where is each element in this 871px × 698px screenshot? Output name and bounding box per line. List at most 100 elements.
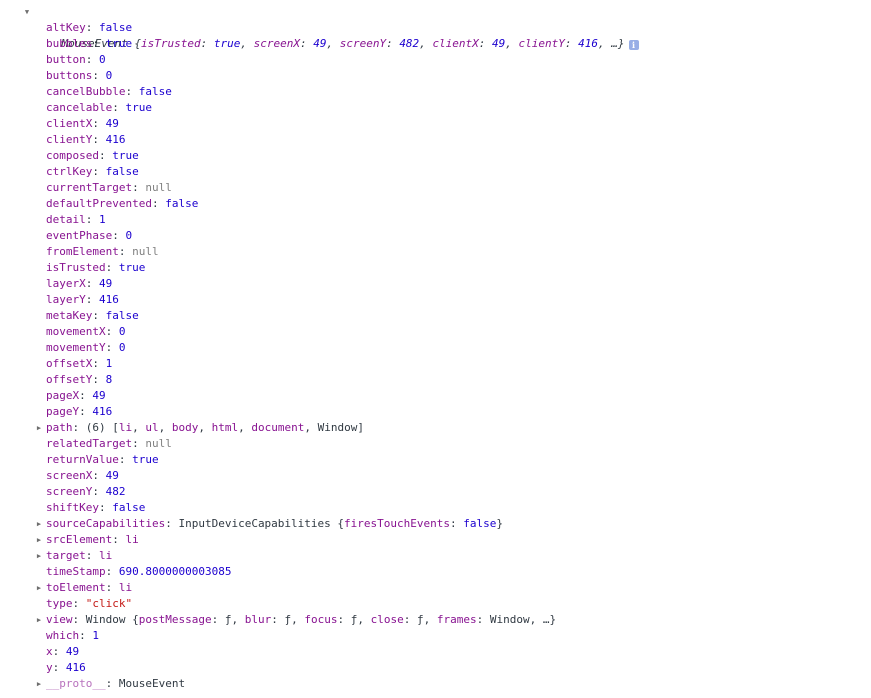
triangle-expanded-icon[interactable]: ▼ <box>22 4 32 20</box>
property-row-eventphase: eventPhase: 0 <box>46 229 133 242</box>
property-value: false <box>112 501 146 514</box>
property-value-token: focus <box>304 613 338 626</box>
property-value: true <box>118 261 146 274</box>
property-value-token: false <box>463 517 497 530</box>
property-value-token: html <box>211 421 239 434</box>
property-row-offsety: offsetY: 8 <box>46 373 113 386</box>
property-row-y: y: 416 <box>46 661 86 674</box>
property-row-returnvalue: returnValue: true <box>46 453 159 466</box>
property-value-token: , <box>238 421 252 434</box>
property-key: screenY <box>46 485 93 498</box>
property-key: eventPhase <box>46 229 113 242</box>
property-value-token: , <box>198 421 212 434</box>
triangle-collapsed-icon[interactable]: ▶ <box>34 532 44 548</box>
console-output: ▼ MouseEvent {isTrusted: true, screenX: … <box>0 4 871 692</box>
property-value: 49 <box>99 277 113 290</box>
property-key: target <box>46 549 86 562</box>
mouse-event-header[interactable]: ▼ MouseEvent {isTrusted: true, screenX: … <box>0 4 871 50</box>
property-value-token: : <box>211 613 225 626</box>
property-row-altkey: altKey: false <box>46 21 133 34</box>
property-row-defaultprevented: defaultPrevented: false <box>46 197 199 210</box>
property-value: 49 <box>105 469 119 482</box>
property-row-sourcecapabilities[interactable]: ▶ sourceCapabilities: InputDeviceCapabili… <box>0 516 871 532</box>
property-value: null <box>145 437 172 450</box>
property-value: 416 <box>99 293 119 306</box>
property-value: "click" <box>85 597 133 610</box>
property-key: pageY <box>46 405 80 418</box>
property-value: 0 <box>118 341 126 354</box>
property-key: button <box>46 53 86 66</box>
property-key: path <box>46 421 73 434</box>
property-row-relatedtarget: relatedTarget: null <box>46 437 172 450</box>
property-value-token: MouseEvent <box>118 677 186 690</box>
property-key: screenX <box>46 469 93 482</box>
property-value-token: firesTouchEvents <box>344 517 451 530</box>
property-key: layerX <box>46 277 86 290</box>
triangle-collapsed-icon[interactable]: ▶ <box>34 548 44 564</box>
property-value: 1 <box>105 357 113 370</box>
property-row-ctrlkey: ctrlKey: false <box>46 165 139 178</box>
property-row-target[interactable]: ▶ target: li <box>0 548 871 564</box>
property-key: __proto__ <box>46 677 106 690</box>
property-row-cancelbubble: cancelBubble: false <box>46 85 172 98</box>
property-value-token: } <box>496 517 504 530</box>
property-row-layery: layerY: 416 <box>46 293 119 306</box>
property-row-srcelement[interactable]: ▶ srcElement: li <box>0 532 871 548</box>
property-value-token: : Window, …} <box>476 613 557 626</box>
property-key: cancelBubble <box>46 85 126 98</box>
property-row-clientx: clientX: 49 <box>46 117 119 130</box>
property-row-movementy: movementY: 0 <box>46 341 126 354</box>
triangle-collapsed-icon[interactable]: ▶ <box>34 676 44 692</box>
property-value: 0 <box>118 325 126 338</box>
property-row-layerx: layerX: 49 <box>46 277 113 290</box>
property-row-toelement[interactable]: ▶ toElement: li <box>0 580 871 596</box>
property-row-shiftkey: shiftKey: false <box>46 501 146 514</box>
property-value-token: blur <box>244 613 272 626</box>
property-row-button: button: 0 <box>46 53 106 66</box>
property-value: 0 <box>105 69 113 82</box>
property-key: bubbles <box>46 37 93 50</box>
property-key: pageX <box>46 389 80 402</box>
property-value-token: : <box>337 613 351 626</box>
property-value-token: ƒ <box>416 613 424 626</box>
property-value: false <box>138 85 172 98</box>
property-key: cancelable <box>46 101 113 114</box>
property-value-token: li <box>118 581 133 594</box>
property-value-token: (6) [ <box>85 421 119 434</box>
property-value: null <box>145 181 172 194</box>
property-key: detail <box>46 213 86 226</box>
property-row-metakey: metaKey: false <box>46 309 139 322</box>
property-row-fromelement: fromElement: null <box>46 245 159 258</box>
property-value: false <box>99 21 133 34</box>
property-value-token: Window { <box>85 613 139 626</box>
property-value-token: li <box>125 533 139 546</box>
property-row-proto[interactable]: ▶ __proto__: MouseEvent <box>0 676 871 692</box>
property-row-view[interactable]: ▶ view: Window {postMessage: ƒ, blur: ƒ, … <box>0 612 871 628</box>
property-value-token: , Window] <box>304 421 364 434</box>
property-value: 416 <box>105 133 126 146</box>
triangle-collapsed-icon[interactable]: ▶ <box>34 580 44 596</box>
property-key: type <box>46 597 73 610</box>
property-value-token: : <box>271 613 285 626</box>
property-row-path[interactable]: ▶ path: (6) [li, ul, body, html, document… <box>0 420 871 436</box>
property-key: offsetX <box>46 357 93 370</box>
property-value: 0 <box>99 53 106 66</box>
property-key: shiftKey <box>46 501 99 514</box>
property-key: returnValue <box>46 453 119 466</box>
property-row-cancelable: cancelable: true <box>46 101 152 114</box>
property-key: currentTarget <box>46 181 133 194</box>
property-value-token: , <box>231 613 245 626</box>
property-value: 49 <box>105 117 119 130</box>
triangle-collapsed-icon[interactable]: ▶ <box>34 612 44 628</box>
property-key: sourceCapabilities <box>46 517 166 530</box>
property-value: null <box>132 245 159 258</box>
property-value: true <box>125 101 152 114</box>
triangle-collapsed-icon[interactable]: ▶ <box>34 516 44 532</box>
property-row-composed: composed: true <box>46 149 139 162</box>
property-key: y <box>46 661 53 674</box>
property-list: altKey: false bubbles: true button: 0 butto… <box>0 20 871 692</box>
property-value-token: frames <box>436 613 477 626</box>
property-row-buttons: buttons: 0 <box>46 69 113 82</box>
triangle-collapsed-icon[interactable]: ▶ <box>34 420 44 436</box>
property-value: false <box>105 165 139 178</box>
